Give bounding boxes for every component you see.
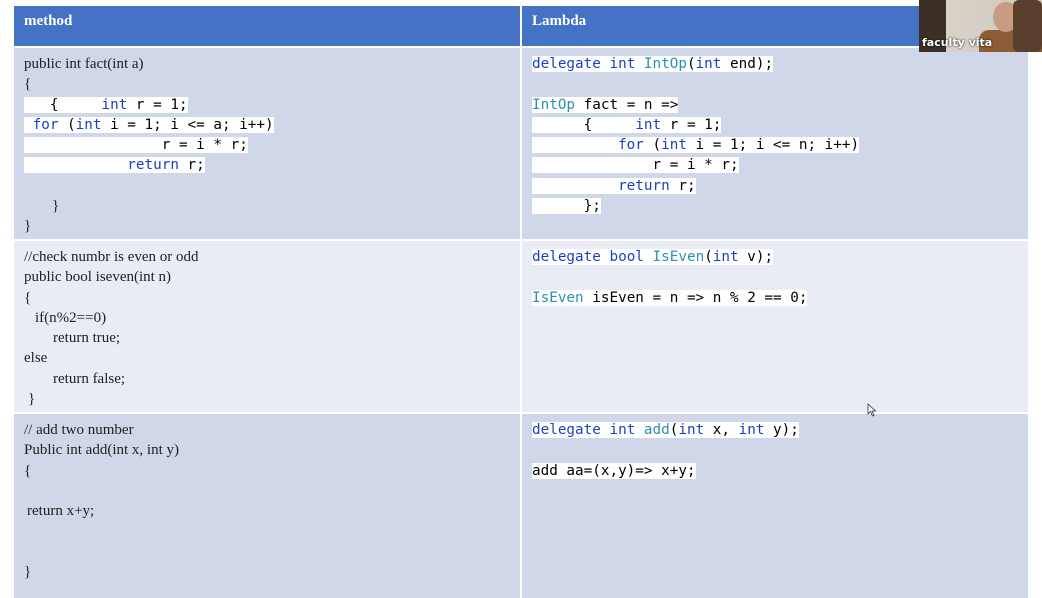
header-method: method	[14, 6, 520, 46]
row1-method-cell: public int fact(int a) { { int r = 1; fo…	[14, 48, 520, 239]
fact-inner-close: }	[52, 198, 60, 215]
lam1-blank	[532, 74, 1018, 94]
fact-close: }	[24, 218, 32, 235]
header-lambda-label: Lambda	[532, 13, 587, 29]
lam3-expr: add aa=(x,y)=> x+y;	[532, 462, 696, 479]
fact-line-return: return r;	[24, 155, 510, 175]
fact-signature: public int fact(int a)	[24, 56, 144, 72]
row1-lambda-cell: delegate int IntOp(int end); IntOp fact …	[522, 48, 1028, 239]
lam2-delegate: delegate bool IsEven(int v);	[532, 249, 774, 265]
lam3-blank	[532, 440, 1018, 460]
webcam-name-label: faculty vita	[922, 36, 993, 49]
add-return: return x+y;	[27, 503, 95, 520]
lam1-int: { int r = 1;	[532, 115, 1018, 135]
webcam-video[interactable]: faculty vita	[919, 0, 1042, 52]
lam1-assign: r = i * r;	[532, 155, 1018, 175]
fact-open-brace: {	[24, 76, 32, 93]
lam1-for: for (int i = 1; i <= n; i++)	[532, 135, 1018, 155]
lam1-close: };	[532, 196, 1018, 216]
header-method-label: method	[24, 13, 73, 29]
row3-method-cell: // add two number Public int add(int x, …	[14, 414, 520, 598]
iseven-signature: public bool iseven(int n)	[24, 269, 172, 286]
add-blank-3	[24, 542, 510, 562]
add-comment: // add two number	[24, 422, 134, 438]
add-open: {	[24, 462, 32, 479]
fact-line-assign-hl: r = i * r;	[24, 137, 248, 154]
webcam-person-hair	[1013, 0, 1042, 52]
iseven-open: {	[24, 289, 32, 306]
fact-blank	[24, 176, 510, 196]
add-blank-2	[24, 521, 510, 541]
mouse-pointer-icon	[867, 403, 877, 417]
add-signature: Public int add(int x, int y)	[24, 442, 179, 459]
row2-method-cell: //check numbr is even or odd public bool…	[14, 241, 520, 412]
iseven-else: else	[24, 350, 48, 367]
iseven-return-false: return false;	[53, 370, 126, 387]
fact-line-int: { int r = 1;	[24, 95, 510, 115]
lam1-decl: IntOp fact = n =>	[532, 96, 679, 113]
iseven-if: if(n%2==0)	[35, 309, 107, 326]
lam2-expr: IsEven isEven = n => n % 2 == 0;	[532, 289, 808, 306]
iseven-comment: //check numbr is even or odd	[24, 249, 199, 265]
lam3-delegate: delegate int add(int x, int y);	[532, 422, 799, 438]
lam1-return: return r;	[532, 176, 1018, 196]
fact-line-for: for (int i = 1; i <= a; i++)	[24, 115, 510, 135]
lam1-delegate: delegate int IntOp(int end);	[532, 56, 774, 72]
add-close: }	[24, 564, 32, 581]
add-blank-1	[24, 481, 510, 501]
lam2-blank	[532, 267, 1018, 287]
iseven-return-true: return true;	[53, 330, 121, 347]
fact-line-for-hl: for (int i = 1; i <= a; i++)	[24, 116, 274, 133]
row3-lambda-cell: delegate int add(int x, int y); add aa=(…	[522, 414, 1028, 598]
fact-line-int-hl: { int r = 1;	[24, 96, 188, 113]
fact-line-assign: r = i * r;	[24, 135, 510, 155]
iseven-close: }	[28, 391, 36, 408]
row2-lambda-cell: delegate bool IsEven(int v); IsEven isEv…	[522, 241, 1028, 412]
fact-line-return-hl: return r;	[24, 157, 205, 174]
slide: method Lambda public int fact(int a) { {…	[0, 0, 1042, 598]
